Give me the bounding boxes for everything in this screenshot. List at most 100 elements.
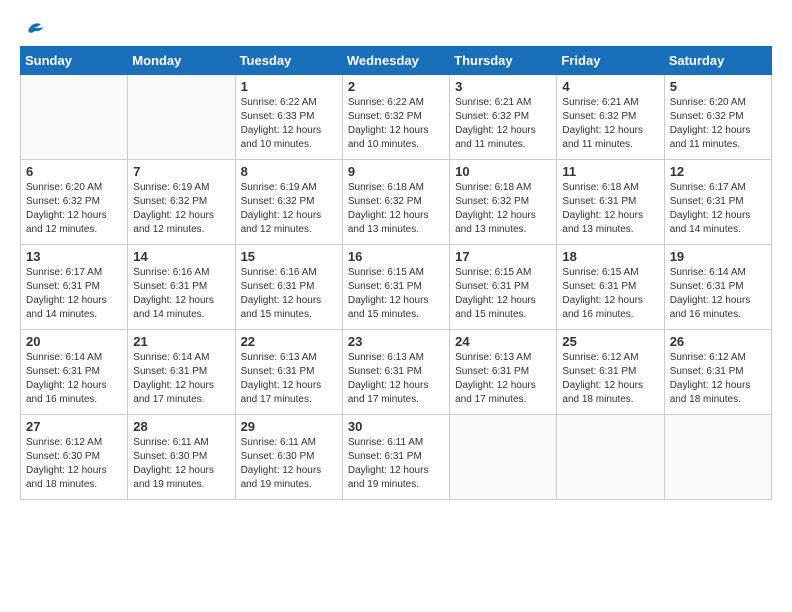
day-detail: Sunrise: 6:20 AMSunset: 6:32 PMDaylight:… bbox=[670, 96, 766, 152]
weekday-header: Sunday bbox=[21, 47, 128, 75]
calendar-cell: 15 Sunrise: 6:16 AMSunset: 6:31 PMDayligh… bbox=[235, 245, 342, 330]
day-number: 7 bbox=[133, 164, 229, 179]
day-number: 9 bbox=[348, 164, 444, 179]
day-number: 22 bbox=[241, 334, 337, 349]
day-number: 20 bbox=[26, 334, 122, 349]
day-number: 14 bbox=[133, 249, 229, 264]
calendar-cell: 13 Sunrise: 6:17 AMSunset: 6:31 PMDayligh… bbox=[21, 245, 128, 330]
calendar-cell: 28 Sunrise: 6:11 AMSunset: 6:30 PMDayligh… bbox=[128, 415, 235, 500]
day-number: 17 bbox=[455, 249, 551, 264]
calendar-cell: 10Sunrise: 6:18 AMSunset: 6:32 PMDayligh… bbox=[450, 160, 557, 245]
calendar-cell: 9 Sunrise: 6:18 AMSunset: 6:32 PMDaylight… bbox=[342, 160, 449, 245]
day-detail: Sunrise: 6:15 AMSunset: 6:31 PMDaylight:… bbox=[348, 266, 444, 322]
calendar-cell bbox=[557, 415, 664, 500]
calendar-cell: 23Sunrise: 6:13 AMSunset: 6:31 PMDayligh… bbox=[342, 330, 449, 415]
day-detail: Sunrise: 6:17 AMSunset: 6:31 PMDaylight:… bbox=[670, 181, 766, 237]
day-number: 10 bbox=[455, 164, 551, 179]
day-number: 12 bbox=[670, 164, 766, 179]
day-detail: Sunrise: 6:15 AMSunset: 6:31 PMDaylight:… bbox=[455, 266, 551, 322]
weekday-header: Tuesday bbox=[235, 47, 342, 75]
day-detail: Sunrise: 6:11 AMSunset: 6:30 PMDaylight:… bbox=[241, 436, 337, 492]
calendar-cell: 3 Sunrise: 6:21 AMSunset: 6:32 PMDaylight… bbox=[450, 75, 557, 160]
calendar-week-row: 27 Sunrise: 6:12 AMSunset: 6:30 PMDayligh… bbox=[21, 415, 772, 500]
calendar-cell: 2Sunrise: 6:22 AMSunset: 6:32 PMDaylight… bbox=[342, 75, 449, 160]
calendar-cell: 26 Sunrise: 6:12 AMSunset: 6:31 PMDayligh… bbox=[664, 330, 771, 415]
calendar-cell: 16 Sunrise: 6:15 AMSunset: 6:31 PMDayligh… bbox=[342, 245, 449, 330]
calendar-cell: 6 Sunrise: 6:20 AMSunset: 6:32 PMDaylight… bbox=[21, 160, 128, 245]
calendar-header-row: SundayMondayTuesdayWednesdayThursdayFrid… bbox=[21, 47, 772, 75]
day-detail: Sunrise: 6:14 AMSunset: 6:31 PMDaylight:… bbox=[670, 266, 766, 322]
day-detail: Sunrise: 6:22 AMSunset: 6:32 PMDaylight:… bbox=[348, 96, 444, 152]
day-number: 27 bbox=[26, 419, 122, 434]
calendar-cell: 30Sunrise: 6:11 AMSunset: 6:31 PMDayligh… bbox=[342, 415, 449, 500]
day-number: 18 bbox=[562, 249, 658, 264]
calendar-cell: 27 Sunrise: 6:12 AMSunset: 6:30 PMDayligh… bbox=[21, 415, 128, 500]
calendar-cell bbox=[664, 415, 771, 500]
day-detail: Sunrise: 6:13 AMSunset: 6:31 PMDaylight:… bbox=[455, 351, 551, 407]
day-detail: Sunrise: 6:12 AMSunset: 6:30 PMDaylight:… bbox=[26, 436, 122, 492]
day-number: 16 bbox=[348, 249, 444, 264]
day-number: 29 bbox=[241, 419, 337, 434]
day-detail: Sunrise: 6:16 AMSunset: 6:31 PMDaylight:… bbox=[133, 266, 229, 322]
day-detail: Sunrise: 6:19 AMSunset: 6:32 PMDaylight:… bbox=[241, 181, 337, 237]
day-detail: Sunrise: 6:16 AMSunset: 6:31 PMDaylight:… bbox=[241, 266, 337, 322]
day-number: 19 bbox=[670, 249, 766, 264]
day-detail: Sunrise: 6:21 AMSunset: 6:32 PMDaylight:… bbox=[455, 96, 551, 152]
day-detail: Sunrise: 6:17 AMSunset: 6:31 PMDaylight:… bbox=[26, 266, 122, 322]
day-number: 23 bbox=[348, 334, 444, 349]
calendar-table: SundayMondayTuesdayWednesdayThursdayFrid… bbox=[20, 46, 772, 500]
weekday-header: Monday bbox=[128, 47, 235, 75]
day-detail: Sunrise: 6:19 AMSunset: 6:32 PMDaylight:… bbox=[133, 181, 229, 237]
calendar-cell: 25 Sunrise: 6:12 AMSunset: 6:31 PMDayligh… bbox=[557, 330, 664, 415]
day-number: 25 bbox=[562, 334, 658, 349]
day-number: 1 bbox=[241, 79, 337, 94]
calendar-cell bbox=[21, 75, 128, 160]
day-detail: Sunrise: 6:21 AMSunset: 6:32 PMDaylight:… bbox=[562, 96, 658, 152]
day-detail: Sunrise: 6:18 AMSunset: 6:32 PMDaylight:… bbox=[348, 181, 444, 237]
day-detail: Sunrise: 6:15 AMSunset: 6:31 PMDaylight:… bbox=[562, 266, 658, 322]
calendar-week-row: 13 Sunrise: 6:17 AMSunset: 6:31 PMDayligh… bbox=[21, 245, 772, 330]
calendar-cell: 11 Sunrise: 6:18 AMSunset: 6:31 PMDayligh… bbox=[557, 160, 664, 245]
day-number: 30 bbox=[348, 419, 444, 434]
day-detail: Sunrise: 6:12 AMSunset: 6:31 PMDaylight:… bbox=[670, 351, 766, 407]
calendar-cell: 12 Sunrise: 6:17 AMSunset: 6:31 PMDayligh… bbox=[664, 160, 771, 245]
calendar-week-row: 1 Sunrise: 6:22 AMSunset: 6:33 PMDaylight… bbox=[21, 75, 772, 160]
calendar-cell: 29 Sunrise: 6:11 AMSunset: 6:30 PMDayligh… bbox=[235, 415, 342, 500]
logo-bird-icon bbox=[23, 22, 45, 40]
day-detail: Sunrise: 6:11 AMSunset: 6:30 PMDaylight:… bbox=[133, 436, 229, 492]
calendar-week-row: 6 Sunrise: 6:20 AMSunset: 6:32 PMDaylight… bbox=[21, 160, 772, 245]
day-number: 13 bbox=[26, 249, 122, 264]
day-detail: Sunrise: 6:14 AMSunset: 6:31 PMDaylight:… bbox=[133, 351, 229, 407]
calendar-cell: 8Sunrise: 6:19 AMSunset: 6:32 PMDaylight… bbox=[235, 160, 342, 245]
calendar-cell: 21 Sunrise: 6:14 AMSunset: 6:31 PMDayligh… bbox=[128, 330, 235, 415]
day-number: 11 bbox=[562, 164, 658, 179]
day-number: 24 bbox=[455, 334, 551, 349]
day-detail: Sunrise: 6:12 AMSunset: 6:31 PMDaylight:… bbox=[562, 351, 658, 407]
day-number: 26 bbox=[670, 334, 766, 349]
calendar-cell: 22 Sunrise: 6:13 AMSunset: 6:31 PMDayligh… bbox=[235, 330, 342, 415]
day-detail: Sunrise: 6:20 AMSunset: 6:32 PMDaylight:… bbox=[26, 181, 122, 237]
calendar-cell: 7 Sunrise: 6:19 AMSunset: 6:32 PMDaylight… bbox=[128, 160, 235, 245]
day-number: 21 bbox=[133, 334, 229, 349]
calendar-week-row: 20 Sunrise: 6:14 AMSunset: 6:31 PMDayligh… bbox=[21, 330, 772, 415]
day-detail: Sunrise: 6:22 AMSunset: 6:33 PMDaylight:… bbox=[241, 96, 337, 152]
calendar-cell bbox=[450, 415, 557, 500]
day-number: 6 bbox=[26, 164, 122, 179]
weekday-header: Friday bbox=[557, 47, 664, 75]
day-number: 4 bbox=[562, 79, 658, 94]
calendar-cell: 24 Sunrise: 6:13 AMSunset: 6:31 PMDayligh… bbox=[450, 330, 557, 415]
day-number: 5 bbox=[670, 79, 766, 94]
day-number: 3 bbox=[455, 79, 551, 94]
calendar-cell: 4 Sunrise: 6:21 AMSunset: 6:32 PMDaylight… bbox=[557, 75, 664, 160]
calendar-cell: 18 Sunrise: 6:15 AMSunset: 6:31 PMDayligh… bbox=[557, 245, 664, 330]
day-detail: Sunrise: 6:13 AMSunset: 6:31 PMDaylight:… bbox=[241, 351, 337, 407]
day-number: 28 bbox=[133, 419, 229, 434]
page-header bbox=[20, 20, 772, 36]
day-number: 15 bbox=[241, 249, 337, 264]
calendar-cell bbox=[128, 75, 235, 160]
weekday-header: Saturday bbox=[664, 47, 771, 75]
calendar-cell: 17 Sunrise: 6:15 AMSunset: 6:31 PMDayligh… bbox=[450, 245, 557, 330]
weekday-header: Thursday bbox=[450, 47, 557, 75]
weekday-header: Wednesday bbox=[342, 47, 449, 75]
day-detail: Sunrise: 6:18 AMSunset: 6:31 PMDaylight:… bbox=[562, 181, 658, 237]
